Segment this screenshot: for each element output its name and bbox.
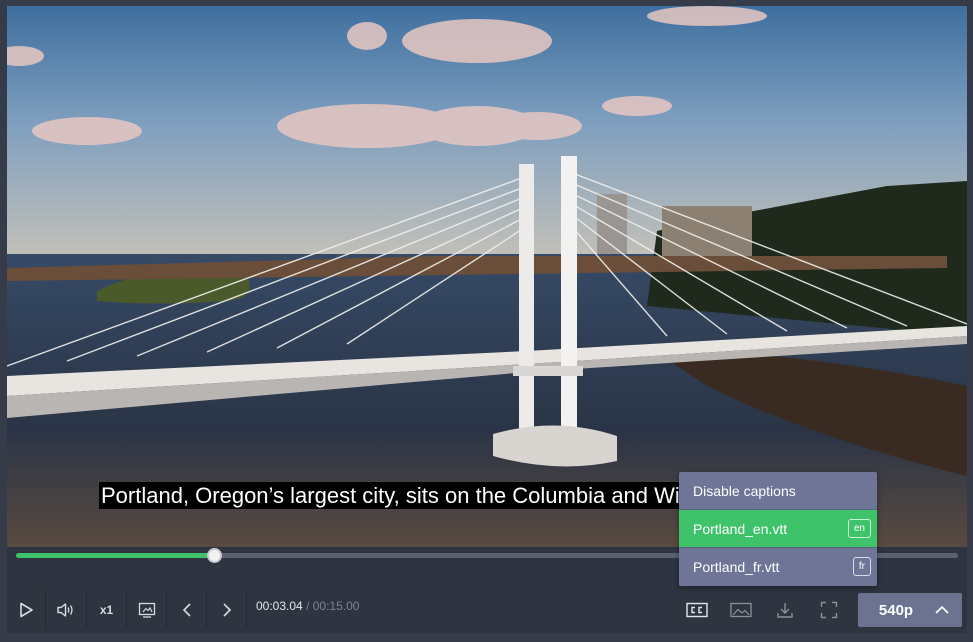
current-time: 00:03.04 [256, 599, 303, 613]
chevron-up-icon [935, 605, 949, 614]
video-frame[interactable]: Portland, Oregon’s largest city, sits on… [7, 6, 967, 547]
fullscreen-icon [820, 601, 838, 619]
poster-image-button[interactable] [723, 587, 759, 633]
disable-captions-label: Disable captions [693, 483, 796, 499]
captions-button[interactable] [679, 587, 715, 633]
video-scene [7, 6, 967, 547]
caption-track-label: Portland_en.vtt [693, 521, 788, 537]
snapshot-icon [138, 602, 155, 618]
time-display: 00:03.04 / 00:15.00 [256, 599, 359, 613]
caption-track-label: Portland_fr.vtt [693, 559, 780, 575]
control-bar: x1 00:03.04 / 00:15.00 540p [7, 587, 967, 633]
download-icon [777, 603, 793, 618]
separator [246, 591, 247, 629]
frame-capture-button[interactable] [127, 587, 166, 633]
next-frame-button[interactable] [207, 587, 246, 633]
fullscreen-button[interactable] [811, 587, 847, 633]
playback-speed-button[interactable]: x1 [87, 587, 126, 633]
language-badge: en [847, 519, 871, 538]
image-icon [730, 602, 752, 618]
progress-scrubber-handle[interactable] [206, 548, 222, 563]
closed-captions-icon [686, 602, 708, 618]
captions-menu: Disable captions Portland_en.vtt en Port… [679, 472, 877, 586]
disable-captions-option[interactable]: Disable captions [679, 472, 877, 510]
progress-played [16, 553, 214, 558]
quality-selector-button[interactable]: 540p [858, 593, 962, 627]
caption-track-en[interactable]: Portland_en.vtt en [679, 510, 877, 548]
duration: / 00:15.00 [306, 599, 360, 613]
language-badge: fr [852, 557, 871, 576]
play-button[interactable] [7, 587, 45, 633]
volume-icon [57, 603, 73, 617]
chevron-right-icon [222, 603, 231, 617]
download-button[interactable] [767, 587, 803, 633]
volume-button[interactable] [46, 587, 86, 633]
previous-frame-button[interactable] [167, 587, 206, 633]
play-icon [20, 602, 33, 618]
caption-track-fr[interactable]: Portland_fr.vtt fr [679, 548, 877, 586]
chevron-left-icon [182, 603, 191, 617]
video-player: Portland, Oregon’s largest city, sits on… [0, 0, 973, 642]
quality-label: 540p [878, 601, 914, 619]
